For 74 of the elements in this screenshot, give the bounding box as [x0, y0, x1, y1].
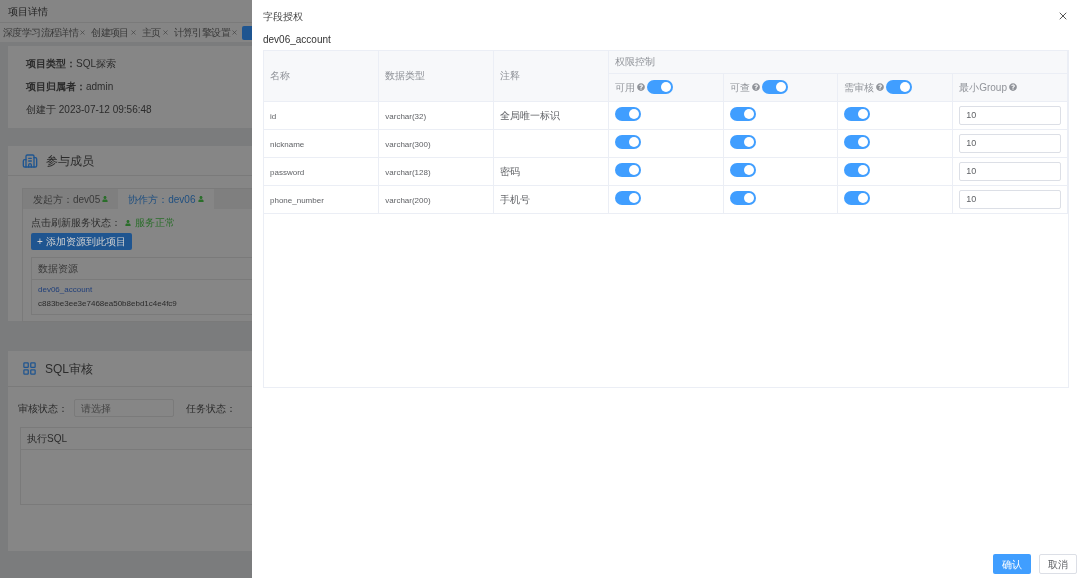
- toggle-switch[interactable]: [646, 80, 673, 94]
- help-icon: [636, 83, 645, 91]
- table-cell: 全局唯一标识: [500, 109, 561, 121]
- member-tab[interactable]: 协作方：dev06: [118, 189, 214, 209]
- drawer-title: 字段授权: [263, 9, 303, 24]
- page-tab[interactable]: 创建项目: [90, 25, 138, 40]
- column-header: 需审核: [844, 80, 875, 95]
- field-label: 项目类型：: [26, 57, 76, 71]
- table-cell: 密码: [500, 165, 521, 177]
- toggle-switch[interactable]: [614, 135, 641, 149]
- table-cell: phone_number: [270, 195, 324, 205]
- card-title: 参与成员: [46, 152, 94, 170]
- table-cell: varchar(200): [385, 195, 431, 205]
- toggle-switch[interactable]: [761, 80, 788, 94]
- toggle-switch[interactable]: [844, 163, 871, 177]
- resource-id: c883be3ee3e7468ea50b8ebd1c4e4fc9: [38, 298, 178, 310]
- column-header: 名称: [270, 70, 290, 82]
- number-field[interactable]: 10: [959, 189, 1061, 209]
- user-icon: [197, 196, 204, 202]
- table-cell: varchar(32): [385, 111, 427, 121]
- user-icon: [102, 196, 109, 202]
- group-header: 权限控制: [614, 56, 655, 68]
- toggle-switch[interactable]: [614, 107, 641, 121]
- toggle-switch[interactable]: [729, 135, 756, 149]
- column-header: 可查: [729, 80, 750, 95]
- column-header: 最小Group: [959, 80, 1007, 95]
- status-label: 点击刷新服务状态：: [31, 216, 121, 230]
- page-title: 项目详情: [8, 4, 48, 19]
- toggle-switch[interactable]: [729, 163, 756, 177]
- field-value: admin: [86, 80, 114, 94]
- grid-icon: [22, 361, 37, 376]
- field-value: SQL探索: [76, 57, 116, 71]
- toggle-switch[interactable]: [844, 191, 871, 205]
- table-cell: id: [270, 111, 277, 121]
- help-icon: [876, 83, 885, 91]
- table-name: dev06_account: [263, 32, 331, 47]
- table-cell: 手机号: [500, 193, 531, 205]
- toggle-switch[interactable]: [886, 80, 913, 94]
- number-field[interactable]: 10: [959, 133, 1061, 153]
- close-icon[interactable]: [1057, 10, 1069, 22]
- field-label: 项目归属者：: [26, 80, 86, 94]
- page-tab[interactable]: 深度学习流程详情: [2, 25, 88, 40]
- column-header: 执行SQL: [27, 432, 67, 446]
- card-title: SQL审核: [45, 360, 93, 378]
- table-cell: varchar(300): [385, 139, 431, 149]
- page-tab[interactable]: 计算引擎设置: [172, 25, 240, 40]
- filter-label: 审核状态：: [18, 401, 68, 416]
- cancel-button[interactable]: 取消: [1039, 554, 1077, 574]
- toggle-switch[interactable]: [844, 107, 871, 121]
- toggle-switch[interactable]: [729, 191, 756, 205]
- toggle-switch[interactable]: [614, 163, 641, 177]
- filter-label: 任务状态：: [186, 401, 236, 416]
- confirm-button[interactable]: 确认: [993, 554, 1031, 574]
- toggle-switch[interactable]: [614, 191, 641, 205]
- table-cell: password: [270, 167, 305, 177]
- column-header: 数据类型: [385, 70, 426, 82]
- building-icon: [22, 152, 38, 169]
- add-resource-button[interactable]: + 添加资源到此项目: [31, 233, 132, 250]
- table-cell: nickname: [270, 139, 305, 149]
- column-header: 数据资源: [38, 262, 78, 276]
- help-icon: [751, 83, 760, 91]
- number-field[interactable]: 10: [959, 105, 1061, 125]
- toggle-switch[interactable]: [729, 107, 756, 121]
- number-field[interactable]: 10: [959, 161, 1061, 181]
- user-icon: [125, 219, 131, 226]
- toggle-switch[interactable]: [844, 135, 871, 149]
- created-time: 创建于 2023-07-12 09:56:48: [26, 103, 153, 117]
- page-tab[interactable]: 主页: [140, 25, 170, 40]
- resource-link[interactable]: dev06_account: [38, 284, 252, 296]
- table-cell: varchar(128): [385, 167, 431, 177]
- service-status: 服务正常: [135, 216, 175, 230]
- column-header: 可用: [614, 80, 635, 95]
- help-icon: [1009, 83, 1017, 91]
- column-header: 注释: [500, 70, 521, 82]
